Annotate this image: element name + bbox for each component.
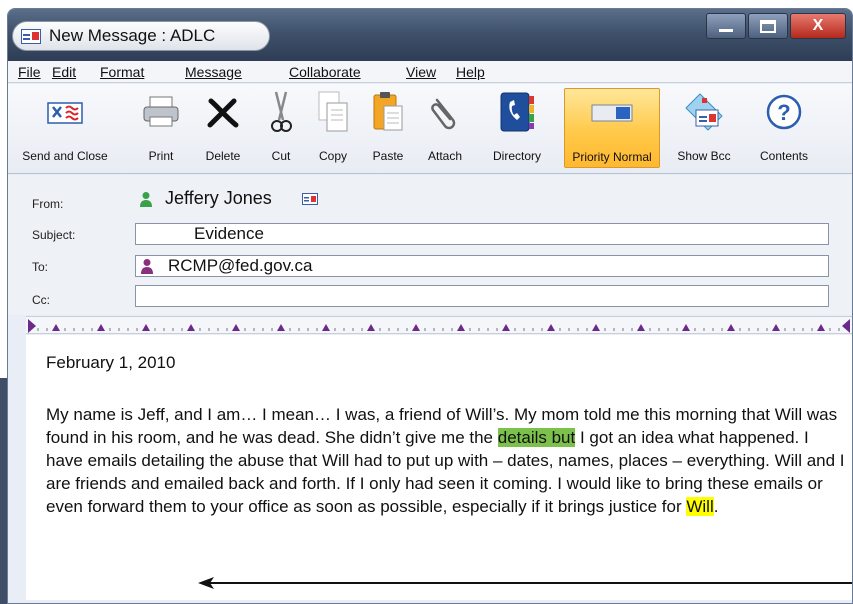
ruler-tab-marker[interactable]	[817, 324, 825, 331]
ruler-tab-marker[interactable]	[547, 324, 555, 331]
ruler-tab-marker[interactable]	[682, 324, 690, 331]
person-purple-icon	[141, 259, 153, 274]
show-bcc-button[interactable]: Show Bcc	[674, 88, 734, 168]
close-icon: X	[812, 17, 824, 34]
to-address: RCMP@fed.gov.ca	[168, 256, 313, 275]
message-date: February 1, 2010	[46, 353, 176, 372]
menu-bar: File Edit Format Message Collaborate Vie…	[8, 61, 852, 83]
menu-file[interactable]: File	[18, 64, 41, 80]
paperclip-icon	[431, 98, 456, 130]
cc-label: Cc:	[32, 293, 50, 307]
menu-collaborate[interactable]: Collaborate	[289, 64, 361, 80]
ruler-tab-marker[interactable]	[637, 324, 645, 331]
maximize-icon	[760, 19, 776, 33]
menu-format[interactable]: Format	[100, 64, 144, 80]
scissors-icon	[271, 91, 292, 132]
window-controls: X	[706, 13, 846, 39]
message-window: New Message : ADLC X File Edit Format Me…	[7, 8, 853, 604]
ruler-right-margin-marker[interactable]	[842, 319, 850, 333]
window-title: New Message : ADLC	[49, 26, 216, 45]
from-name: Jeffery Jones	[165, 188, 272, 208]
cc-field[interactable]	[135, 285, 829, 307]
background-edge	[0, 378, 7, 604]
send-close-icon	[47, 102, 83, 124]
minimize-button[interactable]	[706, 13, 746, 39]
ruler-tab-marker[interactable]	[277, 324, 285, 331]
pointer-arrow-icon	[198, 577, 852, 589]
ruler-left-margin-marker[interactable]	[28, 319, 36, 333]
copy-icon	[318, 91, 348, 132]
contact-card-icon[interactable]	[301, 192, 318, 205]
close-button[interactable]: X	[790, 13, 846, 39]
help-icon: ?	[766, 94, 802, 130]
menu-help[interactable]: Help	[456, 64, 485, 80]
message-body[interactable]: February 1, 2010 My name is Jeff, and I …	[26, 335, 852, 600]
from-label: From:	[32, 197, 64, 211]
contents-button[interactable]: ? Contents	[752, 88, 816, 168]
ruler-tab-marker[interactable]	[97, 324, 105, 331]
ruler-tab-marker[interactable]	[142, 324, 150, 331]
show-bcc-label: Show Bcc	[677, 149, 731, 163]
minimize-icon	[719, 28, 733, 32]
ruler-tab-marker[interactable]	[52, 324, 60, 331]
highlight-yellow-text: Will	[686, 497, 714, 516]
toolbar: Send and Close Print Delete Cut Copy Pas…	[8, 84, 852, 174]
menu-view[interactable]: View	[406, 64, 436, 80]
header-fields: From: Jeffery Jones Subject: Evidence To…	[8, 175, 852, 315]
person-green-icon	[140, 191, 152, 207]
message-app-icon	[21, 28, 41, 44]
subject-field[interactable]: Evidence	[135, 223, 829, 245]
priority-normal-label: Priority Normal	[572, 150, 652, 164]
ruler-tab-marker[interactable]	[322, 324, 330, 331]
ruler-tab-marker[interactable]	[412, 324, 420, 331]
attach-label: Attach	[427, 149, 463, 163]
paste-label: Paste	[372, 149, 404, 163]
cut-button[interactable]: Cut	[261, 88, 301, 168]
delete-button[interactable]: Delete	[199, 88, 247, 168]
priority-icon	[591, 104, 633, 122]
title-pill: New Message : ADLC	[12, 21, 270, 51]
print-label: Print	[148, 149, 174, 163]
contents-label: Contents	[759, 149, 809, 163]
ruler-tab-marker[interactable]	[592, 324, 600, 331]
send-and-close-label: Send and Close	[22, 149, 108, 163]
ruler-tab-marker[interactable]	[727, 324, 735, 331]
ruler-ticks	[28, 319, 850, 333]
menu-message[interactable]: Message	[185, 64, 242, 80]
paste-button[interactable]: Paste	[365, 88, 411, 168]
to-field[interactable]: RCMP@fed.gov.ca	[135, 255, 829, 277]
phone-book-icon	[500, 92, 534, 132]
clipboard-icon	[373, 92, 403, 131]
to-label: To:	[32, 260, 49, 274]
ruler-tab-marker[interactable]	[232, 324, 240, 331]
subject-label: Subject:	[32, 228, 76, 242]
delete-label: Delete	[205, 149, 241, 163]
body-text-end: .	[713, 497, 719, 516]
directory-label: Directory	[492, 149, 541, 163]
show-bcc-icon	[685, 93, 723, 131]
from-value[interactable]: Jeffery Jones	[139, 188, 318, 209]
send-and-close-button[interactable]: Send and Close	[20, 88, 110, 168]
svg-text:?: ?	[777, 100, 790, 125]
copy-label: Copy	[318, 149, 347, 163]
maximize-button[interactable]	[748, 13, 788, 39]
delete-x-icon	[207, 98, 239, 128]
ruler-tab-marker[interactable]	[772, 324, 780, 331]
ruler-tab-marker[interactable]	[502, 324, 510, 331]
format-ruler[interactable]	[26, 316, 852, 334]
copy-button[interactable]: Copy	[310, 88, 356, 168]
ruler-tab-marker[interactable]	[367, 324, 375, 331]
attach-button[interactable]: Attach	[420, 88, 470, 168]
directory-button[interactable]: Directory	[484, 88, 550, 168]
print-button[interactable]: Print	[138, 88, 184, 168]
ruler-tab-marker[interactable]	[457, 324, 465, 331]
highlight-green-text: details but	[497, 428, 576, 447]
message-paragraph: My name is Jeff, and I am… I mean… I was…	[46, 403, 846, 518]
printer-icon	[143, 96, 179, 127]
ruler-tab-marker[interactable]	[187, 324, 195, 331]
title-bar[interactable]: New Message : ADLC X	[8, 9, 852, 61]
menu-edit[interactable]: Edit	[52, 64, 76, 80]
priority-normal-button[interactable]: Priority Normal	[564, 88, 660, 168]
cut-label: Cut	[271, 149, 291, 163]
